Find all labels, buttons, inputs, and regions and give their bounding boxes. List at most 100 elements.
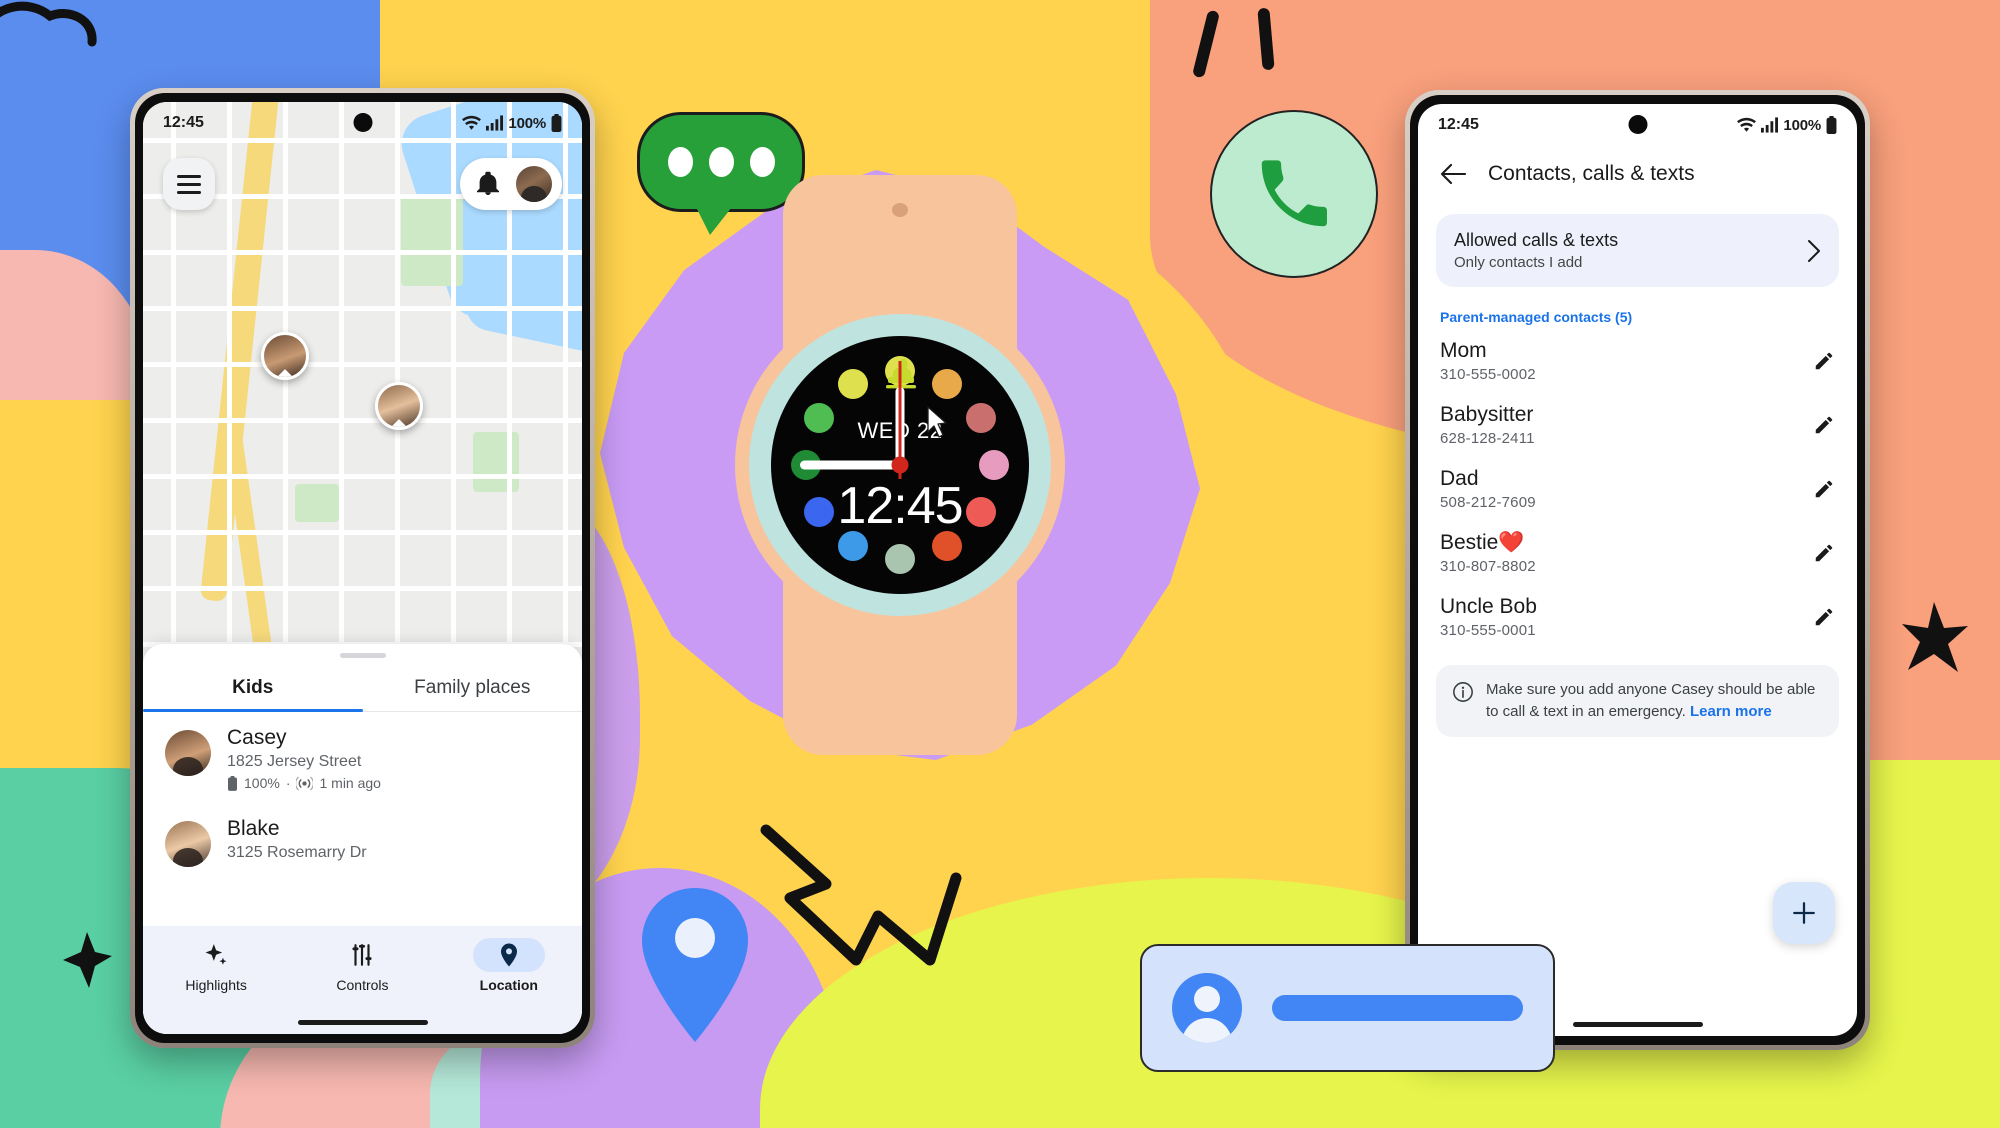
status-icons: 100% — [1737, 116, 1837, 134]
sparkle-icon — [180, 938, 252, 972]
cloud-doodle — [0, 1, 97, 47]
table-row[interactable]: Uncle Bob 310-555-0001 — [1418, 585, 1857, 649]
smartwatch-device: WED 22 12:45 — [735, 175, 1065, 755]
list-item-casey[interactable]: Casey 1825 Jersey Street 100% · 1 min ag… — [143, 712, 582, 795]
watch-hour-dot-8 — [803, 497, 834, 527]
sliders-icon — [326, 938, 398, 972]
list-item-blake[interactable]: Blake 3125 Rosemarry Dr — [143, 795, 582, 871]
map-account-pill — [460, 158, 562, 210]
table-row[interactable]: Dad 508-212-7609 — [1418, 457, 1857, 521]
camera-punch-hole — [353, 113, 372, 132]
status-time: 12:45 — [1438, 116, 1479, 133]
person-avatar-icon — [1172, 973, 1242, 1043]
nav-label: Controls — [336, 977, 389, 993]
chat-dot — [667, 147, 693, 177]
allowed-title: Allowed calls & texts — [1454, 230, 1619, 250]
watch-hour-dot-6 — [885, 544, 915, 574]
camera-punch-hole — [1628, 115, 1647, 134]
table-row[interactable]: Bestie❤️ 310-807-8802 — [1418, 521, 1857, 585]
person-address: 1825 Jersey Street — [227, 753, 362, 770]
location-pin-glyph — [500, 943, 517, 967]
phone-left-screen: 12:45 100% Kids Family places Casey 1825… — [143, 102, 582, 1034]
phone-handset-icon — [1261, 160, 1327, 227]
nav-label: Highlights — [185, 977, 247, 993]
contact-name: Dad — [1440, 467, 1479, 490]
cursor-pointer-icon — [927, 406, 947, 438]
gesture-navigation-bar[interactable] — [297, 1020, 428, 1025]
phone-right-screen: 12:45 100% Contacts, calls & texts Allow… — [1418, 104, 1857, 1036]
chat-dot — [749, 147, 775, 177]
cellular-signal-icon — [486, 115, 504, 131]
phone-call-badge — [1210, 110, 1378, 278]
text-placeholder-bar — [1272, 995, 1523, 1021]
map-street — [143, 250, 582, 255]
allowed-calls-texts-row[interactable]: Allowed calls & texts Only contacts I ad… — [1436, 214, 1839, 287]
watch-hour-dot-3 — [979, 450, 1009, 480]
avatar — [165, 730, 211, 776]
gesture-navigation-bar[interactable] — [1572, 1022, 1703, 1027]
star-doodle — [63, 932, 112, 988]
status-time: 12:45 — [163, 114, 204, 131]
table-row[interactable]: Babysitter 628-128-2411 — [1418, 393, 1857, 457]
pencil-edit-icon[interactable] — [1813, 414, 1835, 436]
watch-hour-dot-10 — [803, 403, 834, 433]
add-contact-fab[interactable] — [1773, 882, 1835, 944]
sheet-drag-handle[interactable] — [339, 653, 386, 658]
watch-face[interactable]: WED 22 12:45 — [771, 336, 1029, 594]
learn-more-link[interactable]: Learn more — [1690, 703, 1772, 720]
phone-bezel: 12:45 100% — [1410, 95, 1865, 1045]
tab-family-places[interactable]: Family places — [363, 664, 583, 711]
watch-hand-cap — [891, 456, 909, 474]
pencil-edit-icon[interactable] — [1813, 350, 1835, 372]
contact-number: 508-212-7609 — [1440, 494, 1536, 511]
cellular-signal-icon — [1761, 117, 1779, 133]
phone-left-device: 12:45 100% Kids Family places Casey 1825… — [130, 88, 595, 1048]
watch-hour-dot-1 — [932, 368, 962, 399]
nav-item-controls[interactable]: Controls — [307, 938, 417, 993]
battery-full-icon — [1826, 116, 1837, 134]
nav-item-highlights[interactable]: Highlights — [161, 938, 271, 993]
battery-percent: 100% — [1783, 116, 1821, 134]
chevron-right-icon — [1808, 239, 1820, 262]
star-doodle — [1902, 602, 1968, 672]
tab-kids[interactable]: Kids — [143, 664, 363, 712]
info-text-wrap: Make sure you add anyone Casey should be… — [1486, 679, 1823, 723]
table-row[interactable]: Mom 310-555-0002 — [1418, 329, 1857, 393]
contact-card-doodle — [1140, 944, 1555, 1072]
sparkle-glyph — [205, 944, 227, 965]
nav-item-location[interactable]: Location — [454, 938, 564, 993]
contact-name: Babysitter — [1440, 403, 1534, 426]
profile-avatar[interactable] — [514, 164, 554, 204]
sheet-tabs: Kids Family places — [143, 664, 582, 712]
person-last-seen: 1 min ago — [319, 775, 381, 791]
wifi-icon — [462, 115, 482, 130]
back-arrow-icon[interactable] — [1440, 163, 1466, 185]
person-battery: 100% — [244, 775, 280, 791]
person-address: 3125 Rosemarry Dr — [227, 844, 367, 861]
menu-line — [177, 174, 201, 178]
person-name: Blake — [227, 817, 280, 840]
notification-bell-icon[interactable] — [476, 171, 500, 197]
pencil-edit-icon[interactable] — [1813, 542, 1835, 564]
pencil-edit-icon[interactable] — [1813, 478, 1835, 500]
map-marker-casey[interactable] — [261, 332, 309, 380]
wifi-icon — [1737, 117, 1757, 132]
pencil-edit-icon[interactable] — [1813, 606, 1835, 628]
watch-hour-dot-7 — [838, 531, 868, 562]
map-street — [143, 474, 582, 479]
chat-dot — [708, 147, 734, 177]
contact-number: 628-128-2411 — [1440, 430, 1535, 447]
map-marker-blake[interactable] — [375, 382, 423, 430]
phone-bezel: 12:45 100% — [135, 93, 590, 1043]
status-icons: 100% — [462, 114, 562, 132]
sliders-glyph — [352, 944, 373, 966]
phone-right-device: 12:45 100% Contacts, calls & texts Allow… — [1405, 90, 1870, 1050]
allowed-subtitle: Only contacts I add — [1454, 254, 1583, 271]
map-park — [295, 484, 339, 522]
location-signal-icon — [296, 776, 314, 790]
bottom-navigation: Highlights Controls Location — [143, 926, 582, 1034]
hamburger-menu-icon[interactable] — [163, 158, 215, 210]
plus-icon — [1793, 902, 1815, 924]
person-meta: 100% · 1 min ago — [227, 775, 381, 791]
watch-hour-dot-11 — [838, 368, 868, 399]
